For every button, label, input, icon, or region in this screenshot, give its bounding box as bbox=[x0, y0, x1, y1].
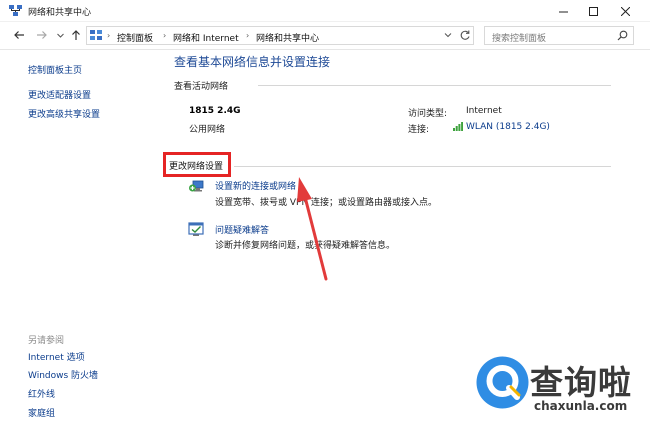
up-arrow-icon[interactable] bbox=[70, 29, 82, 41]
maximize-button[interactable] bbox=[576, 0, 610, 22]
sidebar: 控制面板主页 更改适配器设置 更改高级共享设置 另请参阅 Internet 选项… bbox=[0, 51, 157, 439]
recent-dropdown-icon[interactable] bbox=[56, 29, 65, 41]
close-button[interactable] bbox=[608, 0, 642, 22]
control-panel-icon bbox=[90, 30, 102, 40]
breadcrumb-network-center[interactable]: 网络和共享中心 bbox=[256, 31, 319, 44]
access-type-label: 访问类型: bbox=[408, 109, 448, 119]
troubleshoot-problems-link[interactable]: 问题疑难解答 bbox=[215, 223, 269, 236]
minimize-button[interactable] bbox=[546, 0, 580, 22]
page-title: 查看基本网络信息并设置连接 bbox=[174, 55, 331, 69]
troubleshoot-problems-description: 诊断并修复网络问题，或获得疑难解答信息。 bbox=[215, 241, 396, 251]
close-icon bbox=[620, 6, 630, 16]
maximize-icon bbox=[588, 6, 598, 16]
back-arrow-icon[interactable] bbox=[13, 29, 25, 41]
active-networks-heading: 查看活动网络 bbox=[174, 82, 229, 92]
section-divider bbox=[234, 166, 611, 167]
sidebar-link-adapter-settings[interactable]: 更改适配器设置 bbox=[28, 88, 91, 101]
breadcrumb-separator: › bbox=[246, 31, 250, 40]
forward-arrow-icon[interactable] bbox=[36, 29, 48, 41]
refresh-icon[interactable] bbox=[459, 29, 471, 41]
access-type-value: Internet bbox=[466, 106, 502, 116]
wifi-signal-icon bbox=[453, 122, 463, 131]
address-dropdown-icon[interactable] bbox=[443, 30, 453, 40]
search-input[interactable]: 搜索控制面板 bbox=[484, 26, 634, 45]
window-title: 网络和共享中心 bbox=[28, 8, 92, 18]
title-bar: 网络和共享中心 bbox=[0, 0, 650, 22]
watermark-logo-icon bbox=[476, 356, 529, 409]
search-placeholder: 搜索控制面板 bbox=[492, 34, 547, 44]
section-divider bbox=[258, 85, 611, 86]
see-also-heading: 另请参阅 bbox=[28, 336, 65, 346]
watermark-brand: 查询啦 bbox=[530, 363, 632, 402]
setup-new-connection-description: 设置宽带、拨号或 VPN 连接；或设置路由器或接入点。 bbox=[215, 198, 438, 208]
breadcrumb-separator: › bbox=[163, 31, 167, 40]
change-settings-heading-highlight: 更改网络设置 bbox=[163, 152, 231, 177]
see-also-windows-firewall[interactable]: Windows 防火墙 bbox=[28, 368, 98, 381]
address-bar[interactable]: › 控制面板 › 网络和 Internet › 网络和共享中心 bbox=[86, 26, 474, 45]
change-settings-heading: 更改网络设置 bbox=[169, 162, 224, 172]
see-also-homegroup[interactable]: 家庭组 bbox=[28, 406, 55, 419]
breadcrumb-control-panel[interactable]: 控制面板 bbox=[117, 31, 153, 44]
connection-label: 连接: bbox=[408, 125, 430, 135]
search-icon bbox=[617, 30, 628, 41]
breadcrumb-network-internet[interactable]: 网络和 Internet bbox=[173, 31, 239, 44]
troubleshoot-icon bbox=[188, 222, 204, 236]
new-connection-icon bbox=[189, 180, 204, 192]
see-also-infrared[interactable]: 红外线 bbox=[28, 387, 55, 400]
see-also-internet-options[interactable]: Internet 选项 bbox=[28, 350, 85, 363]
setup-new-connection-link[interactable]: 设置新的连接或网络 bbox=[215, 179, 296, 192]
sidebar-link-control-panel-home[interactable]: 控制面板主页 bbox=[28, 63, 82, 76]
sidebar-link-advanced-sharing[interactable]: 更改高级共享设置 bbox=[28, 107, 100, 120]
navigation-bar: › 控制面板 › 网络和 Internet › 网络和共享中心 搜索控制面板 bbox=[0, 22, 650, 50]
minimize-icon bbox=[558, 11, 568, 12]
breadcrumb-separator: › bbox=[107, 31, 111, 40]
watermark-url: chaxunla.com bbox=[534, 399, 628, 413]
network-type-link[interactable]: 公用网络 bbox=[189, 122, 225, 135]
network-name: 1815 2.4G bbox=[189, 106, 241, 116]
network-center-icon bbox=[9, 5, 22, 16]
connection-wlan-link[interactable]: WLAN (1815 2.4G) bbox=[466, 122, 550, 132]
